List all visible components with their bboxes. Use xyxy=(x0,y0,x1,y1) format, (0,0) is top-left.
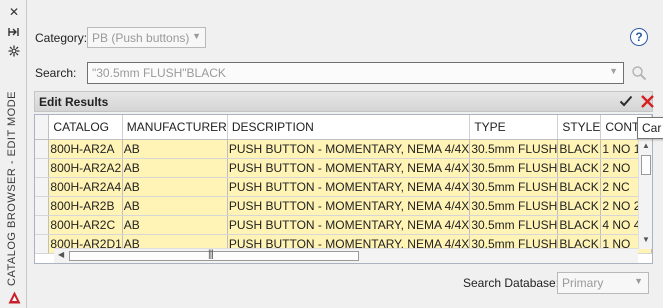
category-label: Category: xyxy=(35,31,88,45)
results-grid[interactable]: CATALOG MANUFACTURER DESCRIPTION TYPE ST… xyxy=(34,114,653,264)
table-cell[interactable]: AB xyxy=(122,196,228,216)
table-cell[interactable]: BLACK xyxy=(557,177,602,197)
table-row[interactable]: 800H-AR2A4 AB PUSH BUTTON - MOMENTARY, N… xyxy=(35,177,652,197)
chevron-down-icon: ▼ xyxy=(634,276,643,286)
palette-title: CATALOG BROWSER - EDIT MODE xyxy=(6,90,18,286)
search-input[interactable]: "30.5mm FLUSH"BLACK ▼ xyxy=(87,62,624,84)
search-database-label: Search Database: xyxy=(463,276,560,290)
accept-check-icon[interactable] xyxy=(619,94,633,108)
category-value: PB (Push buttons) xyxy=(92,31,190,45)
table-cell[interactable]: 800H-AR2A xyxy=(48,139,123,159)
column-header[interactable]: TYPE xyxy=(469,115,559,140)
chevron-down-icon[interactable]: ▼ xyxy=(609,66,618,76)
search-database-value: Primary xyxy=(562,276,604,290)
table-cell[interactable]: BLACK xyxy=(557,158,602,178)
table-row[interactable]: 800H-AR2C AB PUSH BUTTON - MOMENTARY, NE… xyxy=(35,215,652,235)
vertical-scrollbar[interactable]: ▲ ▼ xyxy=(638,139,652,249)
grip-icon: ||| xyxy=(208,249,214,260)
search-label: Search: xyxy=(35,66,77,80)
row-header[interactable] xyxy=(35,234,50,254)
table-cell[interactable]: 800H-AR2A2 xyxy=(48,158,123,178)
row-header[interactable] xyxy=(35,215,50,235)
table-cell[interactable]: AB xyxy=(122,215,228,235)
table-cell[interactable]: AB xyxy=(122,158,228,178)
scroll-left-icon[interactable]: ◀ xyxy=(58,250,64,259)
search-value: "30.5mm FLUSH"BLACK xyxy=(92,66,226,80)
close-icon[interactable]: ✕ xyxy=(7,5,21,19)
column-header[interactable]: MANUFACTURER xyxy=(122,115,228,140)
table-cell[interactable]: PUSH BUTTON - MOMENTARY, NEMA 4/4X xyxy=(227,158,471,178)
settings-icon[interactable] xyxy=(7,44,21,58)
column-header[interactable]: STYLE xyxy=(557,115,602,140)
table-cell[interactable]: 30.5mm FLUSH xyxy=(469,177,559,197)
cancel-tooltip: Car xyxy=(637,117,663,139)
table-cell[interactable]: BLACK xyxy=(557,196,602,216)
table-cell[interactable]: PUSH BUTTON - MOMENTARY, NEMA 4/4X xyxy=(227,215,471,235)
edit-results-header: Edit Results xyxy=(34,91,655,112)
row-header[interactable] xyxy=(35,139,50,159)
search-icon[interactable] xyxy=(631,65,647,81)
table-cell[interactable]: PUSH BUTTON - MOMENTARY, NEMA 4/4X xyxy=(227,139,471,159)
tooltip-text: Car xyxy=(642,121,662,135)
scroll-down-icon[interactable]: ▼ xyxy=(642,235,650,244)
chevron-down-icon: ▼ xyxy=(192,31,201,41)
column-header[interactable]: DESCRIPTION xyxy=(227,115,471,140)
table-cell[interactable]: 30.5mm FLUSH xyxy=(469,196,559,216)
table-cell[interactable]: AB xyxy=(122,177,228,197)
table-cell[interactable]: 30.5mm FLUSH xyxy=(469,215,559,235)
table-row[interactable]: 800H-AR2B AB PUSH BUTTON - MOMENTARY, NE… xyxy=(35,196,652,216)
row-header-corner xyxy=(35,115,50,140)
vertical-scroll-thumb[interactable] xyxy=(641,155,651,175)
scroll-up-icon[interactable]: ▲ xyxy=(642,141,650,150)
table-cell[interactable]: 800H-AR2C xyxy=(48,215,123,235)
row-header[interactable] xyxy=(35,158,50,178)
search-database-dropdown[interactable]: Primary ▼ xyxy=(557,272,649,294)
edit-results-title: Edit Results xyxy=(39,95,109,109)
row-header[interactable] xyxy=(35,196,50,216)
help-icon[interactable]: ? xyxy=(630,28,648,46)
table-cell[interactable]: PUSH BUTTON - MOMENTARY, NEMA 4/4X xyxy=(227,177,471,197)
table-cell[interactable]: PUSH BUTTON - MOMENTARY, NEMA 4/4X xyxy=(227,196,471,216)
horizontal-scroll-thumb[interactable]: ||| xyxy=(69,249,359,261)
catalog-browser-panel: Category: PB (Push buttons) ▼ ? Search: … xyxy=(27,0,663,308)
category-dropdown[interactable]: PB (Push buttons) ▼ xyxy=(87,27,206,48)
table-header-row: CATALOG MANUFACTURER DESCRIPTION TYPE ST… xyxy=(35,115,652,140)
table-row[interactable]: 800H-AR2A2 AB PUSH BUTTON - MOMENTARY, N… xyxy=(35,158,652,178)
pin-icon[interactable] xyxy=(7,25,21,39)
palette-side-strip: ✕ CATALOG BROWSER - EDIT MODE xyxy=(0,0,27,308)
table-cell[interactable]: 800H-AR2A4 xyxy=(48,177,123,197)
table-cell[interactable]: 800H-AR2B xyxy=(48,196,123,216)
table-cell[interactable]: 30.5mm FLUSH xyxy=(469,139,559,159)
horizontal-scrollbar[interactable]: ◀ ||| xyxy=(54,248,638,263)
table-cell[interactable]: AB xyxy=(122,139,228,159)
table-cell[interactable]: BLACK xyxy=(557,139,602,159)
cancel-x-icon[interactable] xyxy=(640,94,655,109)
table-row[interactable]: 800H-AR2A AB PUSH BUTTON - MOMENTARY, NE… xyxy=(35,139,652,159)
results-table: CATALOG MANUFACTURER DESCRIPTION TYPE ST… xyxy=(35,115,652,254)
column-header[interactable]: CATALOG xyxy=(48,115,123,140)
table-cell[interactable]: BLACK xyxy=(557,215,602,235)
table-cell[interactable]: 30.5mm FLUSH xyxy=(469,158,559,178)
row-header[interactable] xyxy=(35,177,50,197)
app-logo-icon xyxy=(8,291,21,304)
